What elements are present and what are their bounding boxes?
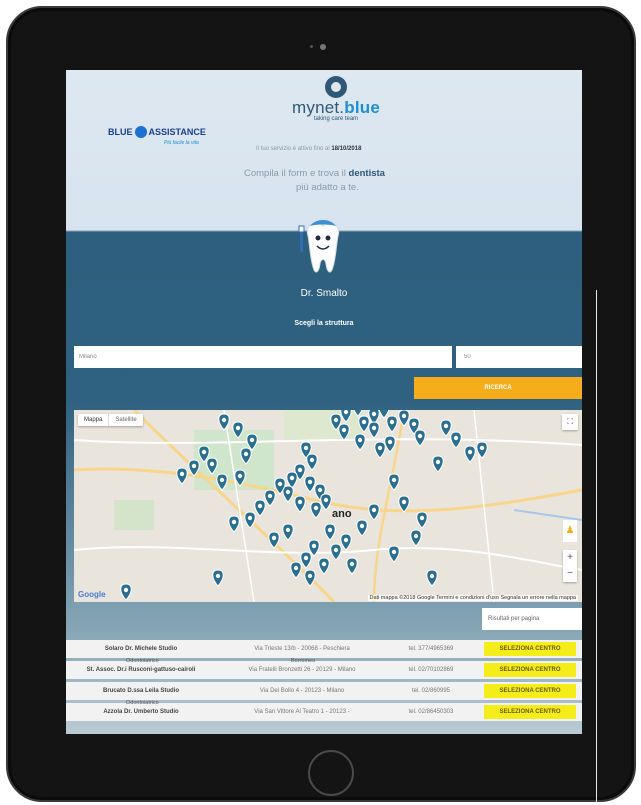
partner-logo-right: ASSISTANCE — [148, 127, 206, 137]
map-type-toggle[interactable]: Mappa Satellite — [78, 414, 143, 426]
select-center-button[interactable]: SELEZIONA CENTRO — [484, 642, 576, 656]
map-type-satellite[interactable]: Satellite — [108, 414, 142, 426]
page-header: mynet.blue taking care team BLUE ASSISTA… — [66, 70, 582, 232]
select-center-button[interactable]: SELEZIONA CENTRO — [484, 705, 576, 719]
map-canvas[interactable] — [74, 410, 582, 602]
intro-prefix: Compila il form e trova il — [244, 168, 346, 179]
result-name: Brucato D.ssa Leila Studio — [102, 688, 180, 694]
service-date: 18/10/2018 — [331, 146, 362, 152]
results-per-page-select[interactable]: Risultati per pagina — [482, 608, 582, 630]
result-row: St. Assoc. Dr.i Rusconi-gattuso-cairoli V… — [66, 658, 582, 679]
home-button[interactable] — [308, 750, 354, 796]
result-row: Azzola Dr. Umberto Studio Via San Vittore… — [66, 700, 582, 721]
search-button[interactable]: RICERCA — [414, 377, 582, 399]
partner-logo-left: BLUE — [108, 127, 133, 137]
service-status: Il tuo servizio è attivo fino al 18/10/2… — [256, 146, 361, 152]
result-phone: tel. 377/4965369 — [408, 646, 454, 652]
result-phone: tel. 02/86450303 — [408, 709, 454, 715]
zoom-control: + − — [563, 550, 577, 582]
result-overlay-text: Odontoiatrico — [126, 700, 159, 706]
section-title: Scegli la struttura — [294, 320, 354, 327]
result-row: Solaro Dr. Michele Studio Via Trieste 13/… — [66, 640, 582, 658]
result-overlay-address: Borromeo — [291, 658, 316, 664]
result-name: Solaro Dr. Michele Studio — [104, 646, 178, 652]
street-view-icon[interactable]: ♟ — [563, 520, 577, 542]
map-attribution[interactable]: Dati mappa ©2018 Google Termini e condiz… — [367, 595, 578, 601]
results-list: Solaro Dr. Michele Studio Via Trieste 13/… — [66, 640, 582, 724]
intro-highlight: dentista — [348, 168, 385, 179]
result-address: Via San Vittore Al Teatro 1 - 20123 - — [254, 709, 350, 715]
brand-icon — [325, 76, 347, 98]
google-logo: Google — [78, 590, 106, 599]
map[interactable]: Mappa Satellite ⛶ ♟ + − ano Google Dati … — [74, 410, 582, 602]
result-name: St. Assoc. Dr.i Rusconi-gattuso-cairoli — [86, 667, 196, 673]
zoom-out-button[interactable]: − — [563, 566, 577, 582]
zoom-in-button[interactable]: + — [563, 550, 577, 566]
sensor-dot — [310, 45, 313, 48]
mascot-name: Dr. Smalto — [300, 288, 348, 299]
partner-logo: BLUE ASSISTANCE — [108, 126, 206, 138]
map-city-label: ano — [332, 508, 352, 520]
select-center-button[interactable]: SELEZIONA CENTRO — [484, 663, 576, 677]
camera-icon — [320, 44, 326, 50]
tooth-mascot-icon — [298, 220, 340, 273]
result-phone: tel. 02/860995 — [411, 688, 451, 694]
select-center-button[interactable]: SELEZIONA CENTRO — [484, 684, 576, 698]
mynet-logo: mynet.blue taking care team — [276, 76, 396, 122]
partner-tagline: Più facile la vita — [164, 140, 199, 146]
globe-icon — [134, 126, 147, 138]
result-address: Via Del Bollo 4 - 20123 - Milano — [259, 688, 345, 694]
screen: mynet.blue taking care team BLUE ASSISTA… — [66, 70, 582, 734]
service-prefix: Il tuo servizio è attivo fino al — [256, 146, 330, 152]
city-input[interactable] — [74, 346, 452, 368]
divider-line — [596, 290, 597, 802]
result-overlay-text: Odontoiatrico — [126, 658, 159, 664]
result-phone: tel. 02/70102869 — [408, 667, 454, 673]
radius-input[interactable] — [456, 346, 582, 368]
brand-accent: blue — [344, 98, 380, 117]
brand-name: mynet. — [292, 98, 345, 117]
fullscreen-icon[interactable]: ⛶ — [562, 414, 578, 430]
result-address: Via Trieste 13/b - 20068 - Peschiera — [254, 646, 350, 652]
result-address: Via Fratelli Bronzetti 26 - 20129 - Mila… — [248, 667, 356, 673]
map-type-map[interactable]: Mappa — [78, 414, 108, 426]
result-row: Brucato D.ssa Leila Studio Via Del Bollo … — [66, 682, 582, 700]
result-name: Azzola Dr. Umberto Studio — [103, 709, 179, 715]
intro-text: Compila il form e trova il dentista — [244, 168, 385, 179]
intro-suffix: più adatto a te. — [296, 182, 359, 193]
